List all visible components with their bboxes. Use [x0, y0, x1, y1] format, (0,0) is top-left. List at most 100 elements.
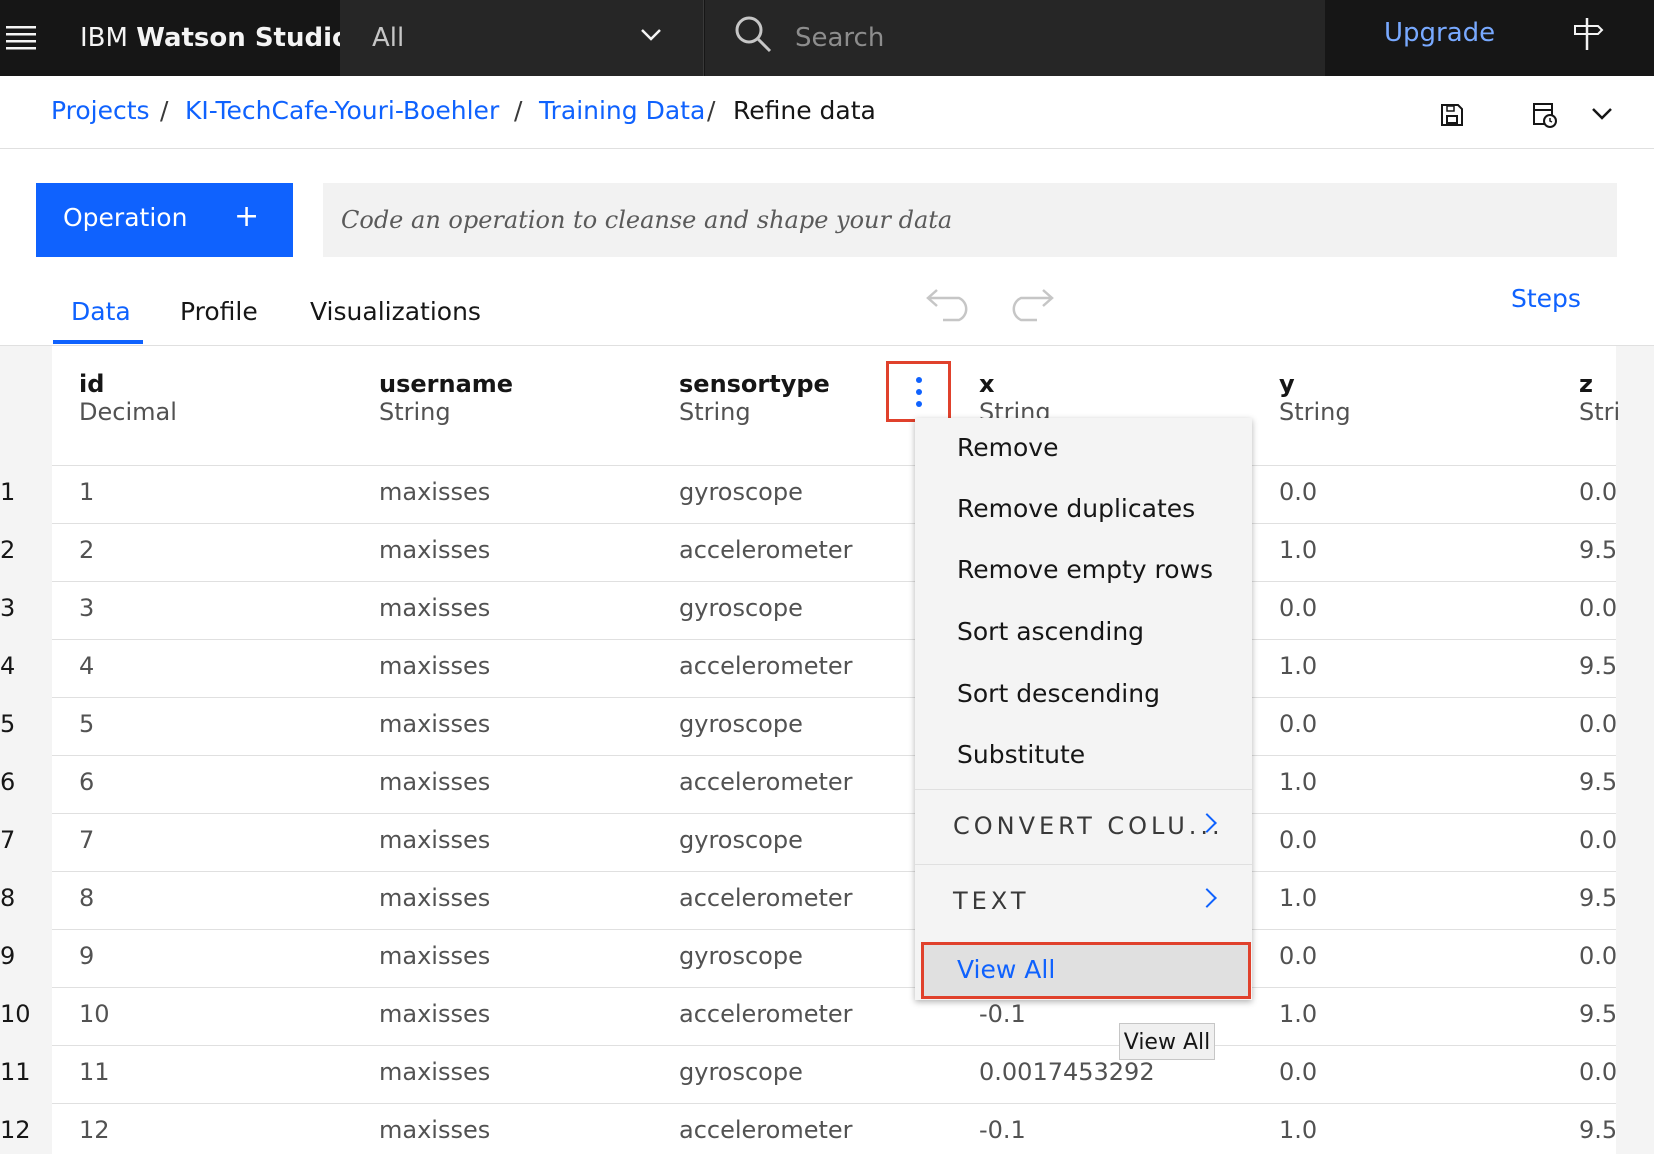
- row-number: 4: [0, 652, 16, 680]
- operation-code-input[interactable]: Code an operation to cleanse and shape y…: [323, 183, 1617, 257]
- redo-icon[interactable]: [1005, 286, 1055, 322]
- cell-sensortype: gyroscope: [679, 478, 803, 506]
- column-name: x: [979, 370, 995, 398]
- operation-button[interactable]: Operation +: [36, 183, 293, 257]
- column-header-id[interactable]: id Decimal: [79, 370, 177, 426]
- breadcrumb-item-projects[interactable]: Projects: [51, 96, 150, 125]
- breadcrumb-item-project[interactable]: KI-TechCafe-Youri-Boehler: [185, 96, 499, 125]
- cell-z: 9.5: [1579, 768, 1618, 796]
- table-row[interactable]: 2 2 maxisses accelerometer 1.0 9.5: [0, 524, 1654, 582]
- cell-username: maxisses: [379, 594, 491, 622]
- hamburger-menu-icon[interactable]: [6, 24, 36, 50]
- row-number: 2: [0, 536, 16, 564]
- menu-group-text[interactable]: TEXT: [915, 864, 1252, 936]
- tab-visualizations[interactable]: Visualizations: [310, 297, 481, 326]
- cell-id: 3: [79, 594, 95, 622]
- cell-y: 1.0: [1279, 884, 1318, 912]
- search-input[interactable]: Search: [795, 0, 884, 76]
- cell-y: 0.0: [1279, 1058, 1318, 1086]
- menu-item-substitute[interactable]: Substitute: [915, 725, 1252, 785]
- cell-username: maxisses: [379, 768, 491, 796]
- chevron-down-icon[interactable]: [1591, 107, 1613, 121]
- row-number: 11: [0, 1058, 31, 1086]
- table-row[interactable]: 10 10 maxisses accelerometer -0.1 1.0 9.5: [0, 988, 1654, 1046]
- cell-sensortype: gyroscope: [679, 826, 803, 854]
- column-name: id: [79, 370, 105, 398]
- cell-sensortype: accelerometer: [679, 768, 853, 796]
- menu-item-sort-descending[interactable]: Sort descending: [915, 664, 1252, 724]
- menu-item-remove[interactable]: Remove: [915, 418, 1252, 478]
- tab-profile[interactable]: Profile: [180, 297, 258, 326]
- cell-username: maxisses: [379, 826, 491, 854]
- cell-username: maxisses: [379, 1000, 491, 1028]
- cell-id: 1: [79, 478, 95, 506]
- cell-username: maxisses: [379, 1058, 491, 1086]
- table-row[interactable]: 9 9 maxisses gyroscope 0.0 0.0: [0, 930, 1654, 988]
- menu-group-convert-column[interactable]: CONVERT COLU...: [915, 789, 1252, 861]
- column-header-z[interactable]: z Stri: [1579, 370, 1620, 426]
- tooltip: View All: [1119, 1023, 1215, 1060]
- cell-username: maxisses: [379, 652, 491, 680]
- cell-sensortype: accelerometer: [679, 652, 853, 680]
- row-number: 5: [0, 710, 16, 738]
- search-box[interactable]: Search: [705, 0, 1325, 76]
- overflow-menu-vertical-icon: [916, 377, 922, 407]
- table-row[interactable]: 4 4 maxisses accelerometer 1.0 9.5: [0, 640, 1654, 698]
- signpost-icon[interactable]: [1570, 16, 1604, 52]
- cell-sensortype: gyroscope: [679, 710, 803, 738]
- upgrade-link[interactable]: Upgrade: [1384, 18, 1495, 48]
- table-row[interactable]: 8 8 maxisses accelerometer 1.0 9.5: [0, 872, 1654, 930]
- undo-icon[interactable]: [925, 286, 975, 322]
- chevron-down-icon: [641, 29, 661, 41]
- table-row[interactable]: 7 7 maxisses gyroscope 0.0 0.0: [0, 814, 1654, 872]
- menu-item-sort-ascending[interactable]: Sort ascending: [915, 602, 1252, 662]
- menu-item-view-all[interactable]: View All: [921, 942, 1251, 999]
- column-type: String: [679, 398, 751, 426]
- table-row[interactable]: 11 11 maxisses gyroscope 0.0017453292 0.0 0.0: [0, 1046, 1654, 1104]
- table-row[interactable]: 12 12 maxisses accelerometer -0.1 1.0 9.5: [0, 1104, 1654, 1162]
- column-header-y[interactable]: y String: [1279, 370, 1351, 426]
- column-header-sensortype[interactable]: sensortype String: [679, 370, 830, 426]
- cell-y: 1.0: [1279, 536, 1318, 564]
- column-header-username[interactable]: username String: [379, 370, 513, 426]
- scope-dropdown[interactable]: All: [340, 0, 704, 76]
- column-type: String: [1279, 398, 1351, 426]
- cell-id: 2: [79, 536, 95, 564]
- cell-id: 11: [79, 1058, 110, 1086]
- cell-z: 9.5: [1579, 536, 1618, 564]
- menu-item-remove-empty-rows[interactable]: Remove empty rows: [915, 540, 1252, 600]
- column-options-button[interactable]: [886, 361, 951, 422]
- breadcrumb-item-training-data[interactable]: Training Data: [539, 96, 705, 125]
- table-row[interactable]: 3 3 maxisses gyroscope 0.0 0.0: [0, 582, 1654, 640]
- table-row[interactable]: 5 5 maxisses gyroscope 0.0 0.0: [0, 698, 1654, 756]
- search-icon: [735, 16, 772, 53]
- table-row[interactable]: 1 1 maxisses gyroscope 0.0 0.0: [0, 466, 1654, 524]
- cell-id: 9: [79, 942, 95, 970]
- app-brand[interactable]: IBM Watson Studio: [80, 0, 350, 76]
- column-type: Decimal: [79, 398, 177, 426]
- row-number: 3: [0, 594, 16, 622]
- cell-username: maxisses: [379, 536, 491, 564]
- row-number: 8: [0, 884, 16, 912]
- operation-button-label: Operation: [63, 203, 188, 232]
- breadcrumb-separator: /: [514, 96, 523, 125]
- cell-x: -0.1: [979, 1000, 1026, 1028]
- cell-y: 0.0: [1279, 594, 1318, 622]
- breadcrumb-current: Refine data: [733, 96, 876, 125]
- steps-link[interactable]: Steps: [1511, 284, 1581, 313]
- cell-z: 9.5: [1579, 1116, 1618, 1144]
- tab-data[interactable]: Data: [71, 297, 131, 326]
- row-number: 10: [0, 1000, 31, 1028]
- table-row[interactable]: 6 6 maxisses accelerometer 1.0 9.5: [0, 756, 1654, 814]
- schedule-job-icon[interactable]: [1532, 101, 1558, 129]
- row-number: 9: [0, 942, 16, 970]
- save-icon[interactable]: [1440, 103, 1464, 127]
- view-all-label: View All: [957, 955, 1056, 984]
- menu-item-remove-duplicates[interactable]: Remove duplicates: [915, 479, 1252, 539]
- brand-prefix: IBM: [80, 23, 128, 53]
- plus-icon: +: [234, 199, 260, 234]
- cell-id: 4: [79, 652, 95, 680]
- cell-x: 0.0017453292: [979, 1058, 1155, 1086]
- cell-z: 0.0: [1579, 826, 1618, 854]
- cell-username: maxisses: [379, 884, 491, 912]
